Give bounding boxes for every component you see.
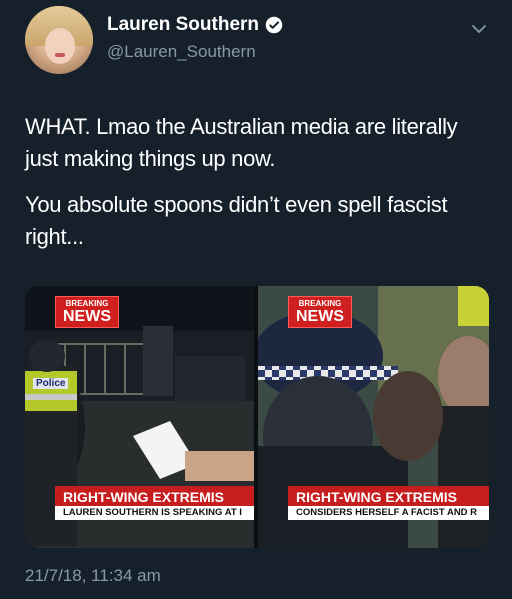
tweet-paragraph: WHAT. Lmao the Australian media are lite… [25, 114, 458, 171]
author-name[interactable]: Lauren Southern [107, 14, 259, 36]
avatar-face [45, 28, 75, 64]
police-badge-text: Police [33, 378, 69, 389]
logo-news-text: NEWS [63, 308, 111, 325]
news-lower-third: RIGHT-WING EXTREMIS CONSIDERS HERSELF A … [288, 486, 489, 522]
news-headline: RIGHT-WING EXTREMIS [288, 486, 489, 506]
news-lower-third: RIGHT-WING EXTREMIS LAUREN SOUTHERN IS S… [55, 486, 254, 522]
avatar[interactable] [25, 6, 93, 74]
news-screenshot-right[interactable]: BREAKING NEWS RIGHT-WING EXTREMIS CONSID… [258, 286, 489, 548]
news-subline: CONSIDERS HERSELF A FACIST AND R [288, 506, 489, 520]
tweet-media[interactable]: BREAKING NEWS Police RIGHT-WING EXTREMIS… [25, 286, 489, 548]
news-subline: LAUREN SOUTHERN IS SPEAKING AT I [55, 506, 254, 520]
logo-news-text: NEWS [296, 308, 344, 325]
news-headline: RIGHT-WING EXTREMIS [55, 486, 254, 506]
tweet-timestamp[interactable]: 21/7/18, 11:34 am [25, 566, 161, 586]
author-name-row[interactable]: Lauren Southern [107, 14, 283, 36]
author-handle[interactable]: @Lauren_Southern [107, 42, 256, 62]
tweet-text: WHAT. Lmao the Australian media are lite… [25, 111, 495, 253]
avatar-lips [55, 53, 65, 57]
breaking-news-logo: BREAKING NEWS [288, 296, 352, 328]
news-screenshot-left[interactable]: BREAKING NEWS Police RIGHT-WING EXTREMIS… [25, 286, 254, 548]
verified-badge-icon [265, 16, 283, 34]
tweet-paragraph: You absolute spoons didn’t even spell fa… [25, 192, 448, 249]
breaking-news-logo: BREAKING NEWS [55, 296, 119, 328]
chevron-down-icon[interactable] [470, 22, 488, 36]
